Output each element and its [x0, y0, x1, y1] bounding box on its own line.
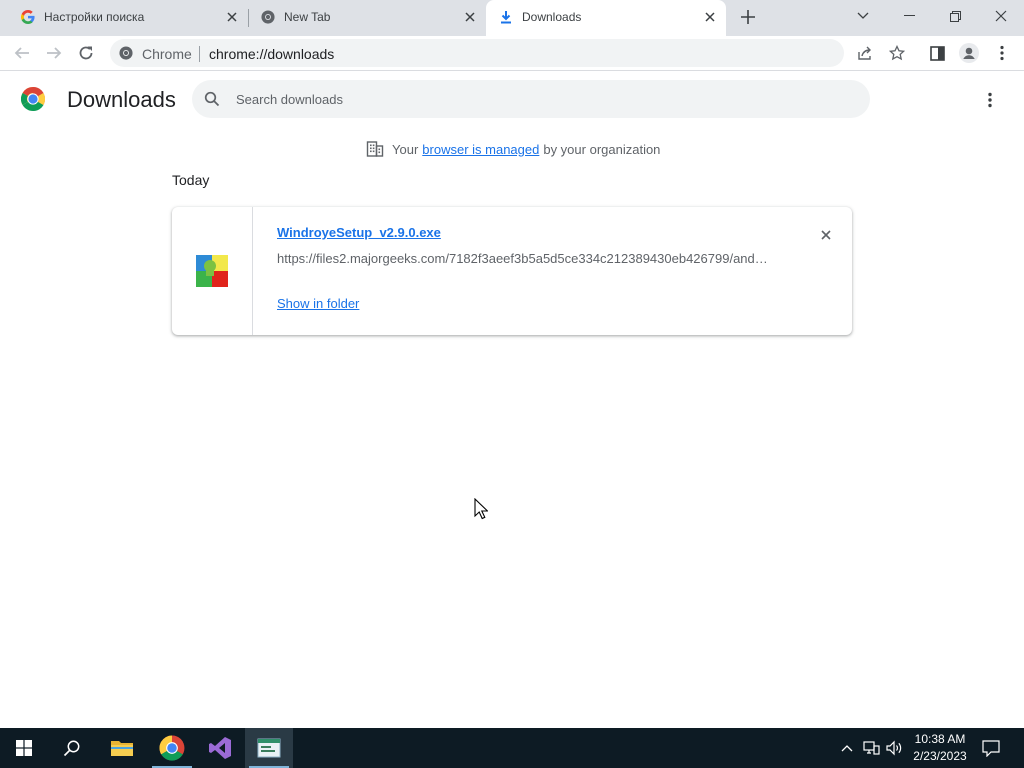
windows-start-icon[interactable]: [0, 728, 48, 768]
profile-avatar-icon[interactable]: [957, 41, 981, 65]
tab-title: Настройки поиска: [44, 10, 145, 24]
date-group-label: Today: [172, 172, 210, 188]
google-g-icon: [20, 9, 36, 25]
close-window-button[interactable]: [978, 0, 1024, 32]
close-tab-icon[interactable]: [702, 9, 718, 25]
network-icon[interactable]: [860, 728, 882, 768]
restore-button[interactable]: [932, 0, 978, 32]
tab-search-settings[interactable]: Настройки поиска: [8, 0, 248, 34]
chrome-icon[interactable]: [118, 45, 134, 61]
close-tab-icon[interactable]: [462, 9, 478, 25]
chrome-logo-icon: [21, 87, 45, 111]
notifications-icon[interactable]: [980, 728, 1002, 768]
address-bar[interactable]: Chrome chrome://downloads: [110, 39, 905, 67]
tab-title: Downloads: [522, 10, 582, 24]
taskbar-search-icon[interactable]: [48, 728, 96, 768]
mouse-cursor-icon: [474, 498, 488, 520]
share-icon[interactable]: [853, 41, 877, 65]
windows-taskbar: 10:38 AM 2/23/2023: [0, 728, 1024, 768]
forward-button[interactable]: [41, 40, 67, 66]
omnibox-url[interactable]: chrome://downloads: [209, 46, 334, 62]
bookmark-star-icon[interactable]: [885, 41, 909, 65]
back-button[interactable]: [9, 40, 35, 66]
download-source-url[interactable]: https://files2.majorgeeks.com/7182f3aeef…: [277, 251, 777, 266]
close-tab-icon[interactable]: [224, 9, 240, 25]
page-title: Downloads: [67, 87, 176, 112]
new-tab-button[interactable]: [737, 6, 759, 28]
tab-title: New Tab: [284, 10, 331, 24]
chrome-icon: [260, 9, 276, 25]
browser-toolbar: Chrome chrome://downloads: [0, 36, 1024, 71]
tray-chevron-up-icon[interactable]: [838, 728, 856, 768]
building-icon: [366, 141, 384, 157]
system-clock[interactable]: 10:38 AM 2/23/2023: [905, 731, 975, 765]
managed-notice: Your browser is managed by your organiza…: [366, 140, 660, 158]
browser-menu-icon[interactable]: [990, 41, 1014, 65]
downloads-header: Downloads: [0, 72, 1024, 128]
omnibox-scheme-label: Chrome: [142, 46, 192, 62]
download-item: WindroyeSetup_v2.9.0.exe https://files2.…: [172, 207, 852, 335]
tab-new-tab[interactable]: New Tab: [248, 0, 486, 34]
minimize-button[interactable]: [886, 0, 932, 32]
tab-strip: Настройки поиска New Tab Downloads: [0, 0, 1024, 36]
omnibox-divider: [199, 46, 200, 62]
search-box[interactable]: [192, 80, 870, 118]
file-explorer-icon[interactable]: [98, 728, 146, 768]
browser-managed-link[interactable]: browser is managed: [422, 142, 539, 157]
volume-icon[interactable]: [884, 728, 904, 768]
clock-date: 2/23/2023: [913, 749, 967, 763]
windroye-file-icon: [196, 255, 228, 287]
visual-studio-icon[interactable]: [196, 728, 244, 768]
search-downloads-input[interactable]: [236, 90, 836, 108]
managed-suffix: by your organization: [543, 141, 661, 157]
tab-search-chevron-icon[interactable]: [840, 0, 886, 32]
clock-time: 10:38 AM: [914, 732, 966, 746]
chrome-taskbar-icon[interactable]: [148, 728, 196, 768]
downloaded-file-link[interactable]: WindroyeSetup_v2.9.0.exe: [277, 225, 441, 240]
download-icon: [498, 9, 514, 25]
tab-downloads[interactable]: Downloads: [486, 0, 726, 36]
search-icon: [204, 91, 220, 107]
app-window-icon[interactable]: [245, 728, 293, 768]
downloads-menu-icon[interactable]: [978, 88, 1002, 112]
show-in-folder-link[interactable]: Show in folder: [277, 296, 359, 311]
reload-button[interactable]: [73, 40, 99, 66]
managed-prefix: Your: [392, 141, 419, 157]
file-icon-column: [172, 207, 253, 335]
remove-download-icon[interactable]: [816, 225, 836, 245]
side-panel-icon[interactable]: [925, 41, 949, 65]
